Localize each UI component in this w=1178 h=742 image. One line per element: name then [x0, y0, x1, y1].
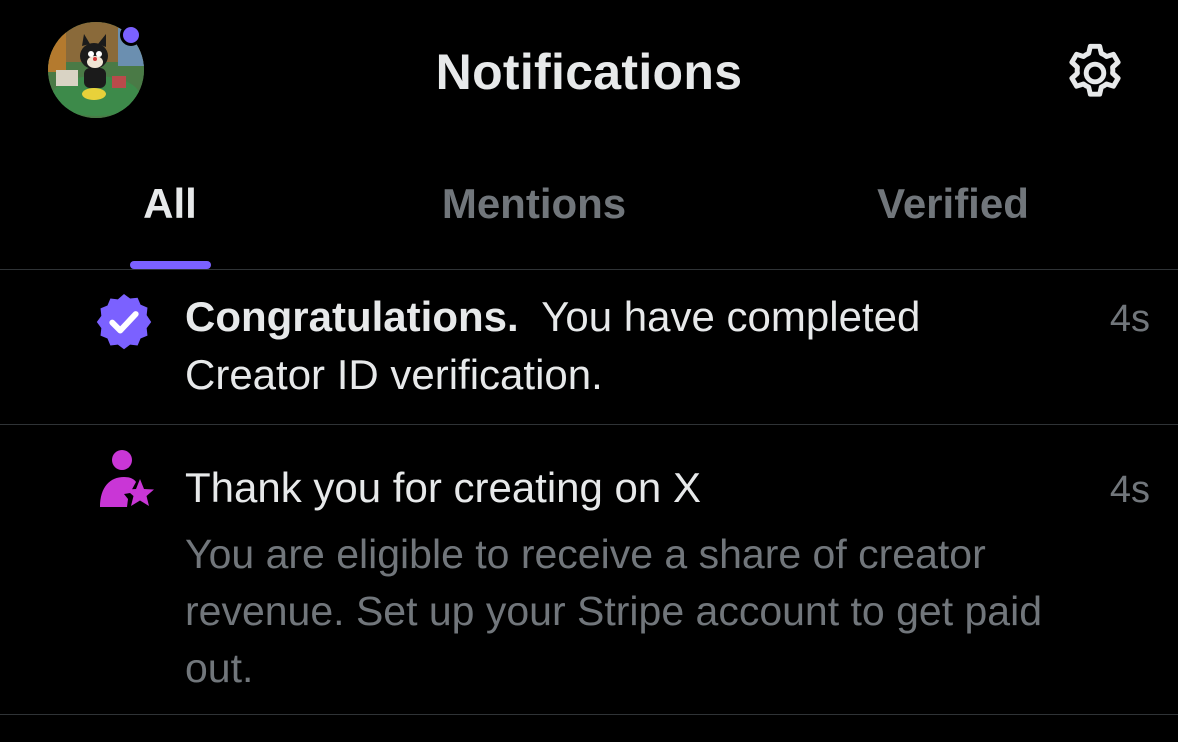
page-title: Notifications [435, 44, 743, 100]
notification-message-continued: Creator ID verification. [185, 351, 603, 398]
notification-item[interactable]: Congratulations. You have completed Crea… [0, 270, 1178, 424]
active-tab-indicator [130, 261, 211, 269]
gear-icon [1069, 43, 1121, 97]
notification-subtext-line: revenue. Set up your Stripe account to g… [185, 588, 1042, 634]
tab-label: Verified [877, 180, 1029, 227]
header: Notifications [0, 0, 1178, 140]
notification-timestamp: 4s [1109, 298, 1150, 340]
notification-text: Thank you for creating on X You are elig… [185, 459, 1085, 697]
verified-badge-icon [92, 290, 156, 354]
notifications-screen: Notifications All Mentions Verified Cong… [0, 0, 1178, 742]
notification-timestamp: 4s [1109, 469, 1150, 511]
notification-title: Congratulations. [185, 293, 519, 340]
notification-tabs: All Mentions Verified [0, 150, 1178, 269]
tab-all[interactable]: All [80, 150, 260, 269]
divider [0, 714, 1178, 715]
settings-button[interactable] [1058, 36, 1132, 110]
notification-subtext-line: You are eligible to receive a share of c… [185, 531, 986, 577]
notification-title: Thank you for creating on X [185, 464, 701, 511]
creator-star-person-icon [94, 447, 158, 511]
notification-subtext-line: out. [185, 645, 254, 691]
tab-label: All [143, 180, 197, 227]
tab-verified[interactable]: Verified [803, 150, 1103, 269]
notification-item[interactable]: Thank you for creating on X You are elig… [0, 425, 1178, 714]
notification-message: You have completed [541, 293, 921, 340]
tab-label: Mentions [441, 180, 627, 227]
notification-subtext: You are eligible to receive a share of c… [185, 526, 1085, 697]
tab-mentions[interactable]: Mentions [384, 150, 684, 269]
notification-text: Congratulations. You have completed Crea… [185, 288, 1085, 404]
notification-line: Congratulations. You have completed [185, 288, 1085, 346]
